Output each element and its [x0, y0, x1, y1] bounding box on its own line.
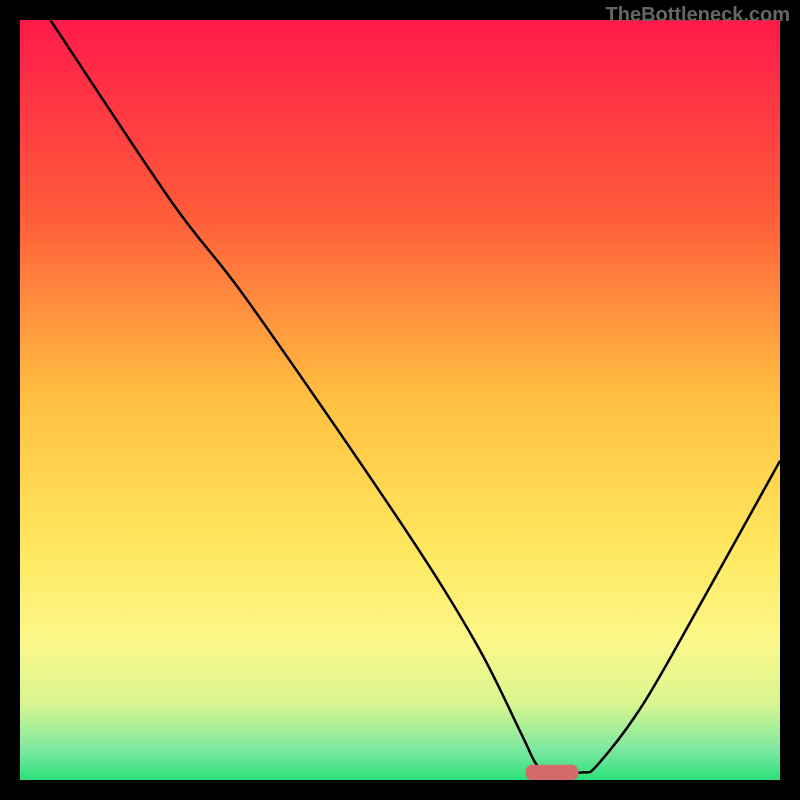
- chart-area: [20, 20, 780, 780]
- watermark-text: TheBottleneck.com: [606, 4, 790, 27]
- optimal-marker-pill: [525, 765, 578, 780]
- chart-svg: [20, 20, 780, 780]
- optimal-marker: [525, 765, 578, 780]
